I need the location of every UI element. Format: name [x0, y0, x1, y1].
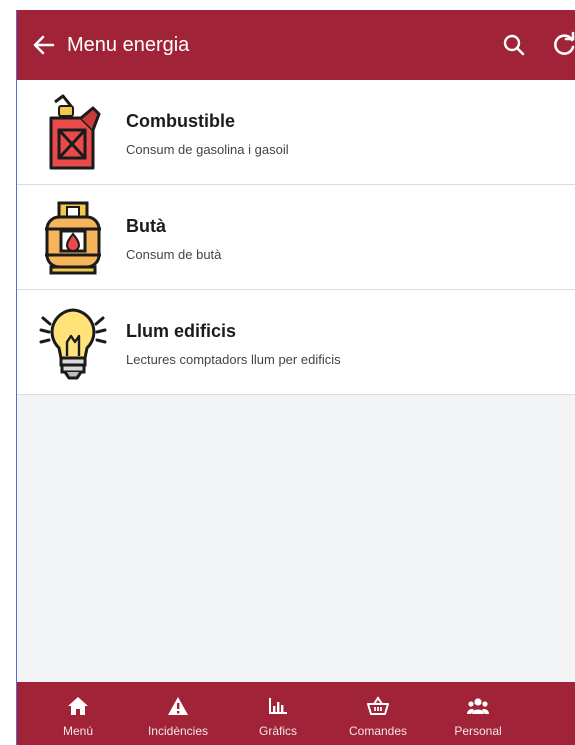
arrow-left-icon — [33, 35, 55, 55]
list-item-buta[interactable]: Butà Consum de butà — [17, 185, 575, 290]
tab-label: Menú — [62, 724, 94, 738]
tab-label: Incidències — [147, 724, 209, 738]
tab-personal[interactable]: Personal — [428, 682, 528, 745]
users-icon — [467, 698, 489, 714]
tab-label: Personal — [454, 724, 502, 738]
search-button[interactable] — [501, 32, 527, 58]
fuel-can-icon — [49, 94, 101, 170]
refresh-button[interactable] — [549, 30, 575, 60]
basket-icon — [367, 696, 389, 715]
tab-grafics[interactable]: Gràfics — [228, 682, 328, 745]
gas-cylinder-icon — [45, 201, 101, 275]
tab-label: Comandes — [348, 724, 408, 738]
item-title: Llum edificis — [126, 321, 237, 341]
item-description: Consum de gasolina i gasoil — [126, 142, 289, 157]
home-icon — [68, 697, 88, 715]
back-button[interactable] — [29, 30, 59, 60]
tab-incidencies[interactable]: Incidències — [128, 682, 228, 745]
bar-chart-icon — [269, 698, 287, 714]
item-description: Consum de butà — [126, 247, 222, 262]
page-title: Menu energia — [67, 34, 190, 56]
tab-menu[interactable]: Menú — [28, 682, 128, 745]
energy-menu-list: Combustible Consum de gasolina i gasoil … — [17, 80, 575, 395]
search-icon — [503, 34, 525, 56]
top-app-bar: Menu energia — [17, 10, 575, 80]
tab-label: Gràfics — [258, 724, 297, 738]
app-screen: Menu energia Combustible Consum de gasol… — [16, 10, 575, 745]
item-title: Combustible — [126, 111, 236, 131]
list-item-llum-edificis[interactable]: Llum edificis Lectures comptadors llum p… — [17, 290, 575, 395]
warning-icon — [168, 697, 188, 715]
refresh-icon — [554, 31, 575, 55]
item-title: Butà — [126, 216, 166, 236]
tab-comandes[interactable]: Comandes — [328, 682, 428, 745]
list-item-combustible[interactable]: Combustible Consum de gasolina i gasoil — [17, 80, 575, 185]
bottom-navigation: Menú Incidències Gràfics Comandes Person… — [17, 682, 575, 745]
light-bulb-icon — [39, 308, 107, 380]
item-description: Lectures comptadors llum per edificis — [126, 352, 341, 367]
